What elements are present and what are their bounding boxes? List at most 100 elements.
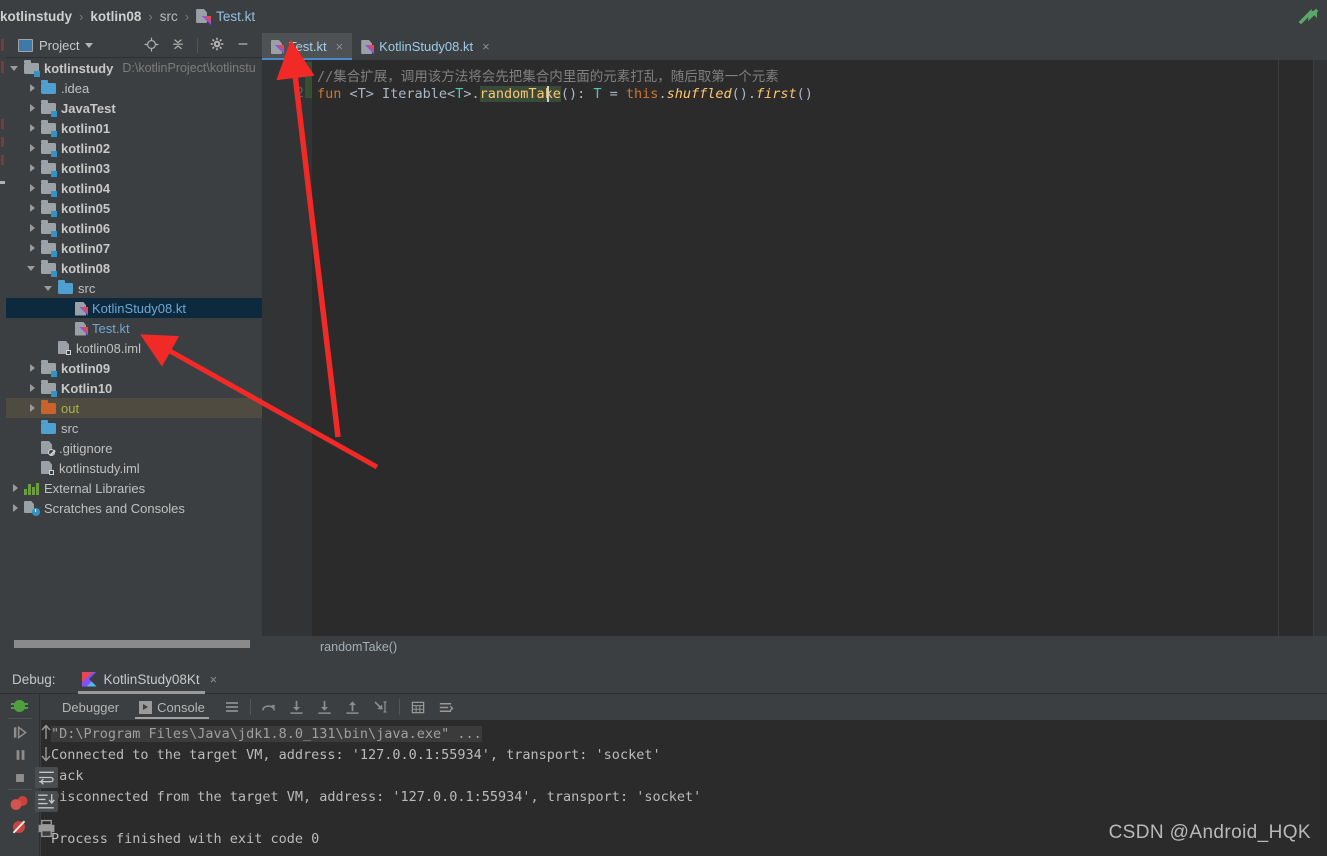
tree-expand-arrow-icon[interactable]	[27, 183, 38, 194]
chevron-down-icon[interactable]	[85, 42, 94, 48]
tab-debugger[interactable]: Debugger	[52, 694, 129, 720]
breadcrumb-item-2[interactable]: src	[160, 9, 178, 24]
code-receiver-type: Iterable<	[382, 86, 456, 102]
tree-expand-arrow-icon[interactable]	[10, 503, 21, 514]
module-folder-icon	[41, 160, 57, 177]
breadcrumb[interactable]: kotlinstudy › kotlin08 › src › Test.kt	[0, 9, 255, 24]
tree-expand-arrow-icon[interactable]	[27, 263, 38, 274]
close-icon[interactable]: ×	[336, 39, 344, 54]
tree-expand-arrow-icon[interactable]	[10, 63, 21, 74]
tab-console[interactable]: Console	[129, 694, 215, 720]
resume-program-icon[interactable]	[8, 721, 32, 743]
force-step-into-icon[interactable]	[342, 696, 364, 718]
tree-item-label: out	[61, 400, 80, 416]
tree-expand-arrow-icon[interactable]	[44, 283, 55, 294]
line-number: 1	[296, 65, 304, 80]
view-breakpoints-icon[interactable]	[8, 792, 32, 814]
inspection-status-icon[interactable]	[1297, 6, 1321, 35]
minimize-icon[interactable]	[236, 37, 250, 53]
close-icon[interactable]: ×	[210, 672, 218, 687]
editor-scrollbar-rail[interactable]	[1313, 60, 1327, 658]
editor-tab-bar[interactable]: Test.kt × KotlinStudy08.kt ×	[262, 33, 1327, 60]
tree-item-kotlin03[interactable]: kotlin03	[6, 158, 262, 178]
breadcrumb-item-1[interactable]: kotlin08	[90, 9, 141, 24]
tree-item-kotlin02[interactable]: kotlin02	[6, 138, 262, 158]
tree-item-src[interactable]: src	[6, 418, 262, 438]
gear-icon[interactable]	[210, 37, 224, 53]
tree-expand-arrow-icon[interactable]	[27, 123, 38, 134]
tree-expand-arrow-icon[interactable]	[27, 363, 38, 374]
tree-item-label: kotlin06	[61, 220, 111, 236]
console-side-toolbar[interactable]	[33, 722, 61, 856]
step-into-icon[interactable]	[314, 696, 336, 718]
tree-item-kotlin08-iml[interactable]: kotlin08.iml	[6, 338, 262, 358]
breadcrumb-item-0[interactable]: kotlinstudy	[0, 9, 72, 24]
debug-toolbar[interactable]: Debugger Console	[40, 694, 1327, 720]
editor-gutter[interactable]: 1 2	[262, 60, 312, 658]
tree-item-kotlin01[interactable]: kotlin01	[6, 118, 262, 138]
down-arrow-icon[interactable]	[37, 744, 55, 769]
tree-item-test-kt[interactable]: Test.kt	[6, 318, 262, 338]
tree-item-gitignore[interactable]: .gitignore	[6, 438, 262, 458]
pause-program-icon[interactable]	[8, 744, 32, 766]
tree-item-kotlinstudy-iml[interactable]: kotlinstudy.iml	[6, 458, 262, 478]
close-icon[interactable]: ×	[482, 39, 490, 54]
tree-item-label: kotlin08	[61, 260, 111, 276]
mute-breakpoints-icon[interactable]	[8, 816, 32, 838]
step-over-icon[interactable]	[286, 696, 308, 718]
tree-item-kotlin08[interactable]: kotlin08	[6, 258, 262, 278]
tree-expand-arrow-icon[interactable]	[27, 223, 38, 234]
project-panel-title[interactable]: Project	[39, 38, 79, 53]
console-play-icon	[139, 700, 153, 714]
tree-item-kotlin06[interactable]: kotlin06	[6, 218, 262, 238]
tree-item-kotlinstudy[interactable]: kotlinstudy D:\kotlinProject\kotlinstu	[6, 58, 262, 78]
tree-expand-arrow-icon[interactable]	[27, 143, 38, 154]
scroll-to-end-icon[interactable]	[35, 791, 58, 812]
tree-item-kotlinstudy08-kt[interactable]: KotlinStudy08.kt	[6, 298, 262, 318]
tree-expand-arrow-icon[interactable]	[27, 383, 38, 394]
evaluate-expression-icon[interactable]	[407, 696, 429, 718]
step-out-icon[interactable]	[258, 696, 280, 718]
gitignore-file-icon	[41, 441, 55, 456]
tree-item-kotlin07[interactable]: kotlin07	[6, 238, 262, 258]
settings-icon[interactable]	[435, 696, 457, 718]
tree-expand-arrow-icon[interactable]	[27, 83, 38, 94]
libraries-icon	[24, 482, 39, 495]
project-tree[interactable]: kotlinstudy D:\kotlinProject\kotlinstu .id…	[6, 58, 262, 633]
collapse-all-icon[interactable]	[171, 37, 185, 53]
kotlin-file-icon	[75, 301, 87, 316]
editor-tab-kotlinstudy08-kt[interactable]: KotlinStudy08.kt ×	[352, 33, 499, 60]
tree-item-kotlin10[interactable]: Kotlin10	[6, 378, 262, 398]
tree-item-scratches-and-consoles[interactable]: Scratches and Consoles	[6, 498, 262, 518]
debug-session-tab[interactable]: KotlinStudy08Kt ×	[77, 665, 222, 694]
tree-expand-arrow-icon[interactable]	[27, 243, 38, 254]
locate-icon[interactable]	[144, 37, 159, 54]
bug-icon[interactable]	[11, 698, 28, 713]
tree-expand-arrow-icon[interactable]	[27, 163, 38, 174]
tree-item-javatest[interactable]: JavaTest	[6, 98, 262, 118]
editor-bottom-breadcrumb[interactable]: randomTake()	[262, 636, 1327, 658]
menu-icon[interactable]	[221, 696, 243, 718]
code-editor[interactable]: 1 2 //集合扩展，调用该方法将会先把集合内里面的元素打乱，随后取第一个元素 …	[262, 60, 1327, 658]
run-to-cursor-icon[interactable]	[370, 696, 392, 718]
print-icon[interactable]	[37, 819, 56, 843]
tree-item-out[interactable]: out	[6, 398, 262, 418]
tree-item-kotlin09[interactable]: kotlin09	[6, 358, 262, 378]
tree-expand-arrow-icon[interactable]	[27, 203, 38, 214]
tree-expand-arrow-icon[interactable]	[27, 403, 38, 414]
stop-icon[interactable]	[8, 767, 32, 789]
tree-item-label: kotlin02	[61, 140, 111, 156]
soft-wrap-icon[interactable]	[35, 767, 58, 788]
tree-item-kotlin05[interactable]: kotlin05	[6, 198, 262, 218]
tree-expand-arrow-icon[interactable]	[27, 103, 38, 114]
tree-item-kotlin04[interactable]: kotlin04	[6, 178, 262, 198]
tree-item-src[interactable]: src	[6, 278, 262, 298]
editor-tab-test-kt[interactable]: Test.kt ×	[262, 33, 353, 60]
kotlin-file-icon	[196, 9, 210, 24]
editor-tab-label: Test.kt	[289, 39, 327, 54]
tree-item-external-libraries[interactable]: External Libraries	[6, 478, 262, 498]
project-tree-horizontal-scrollbar[interactable]	[12, 640, 256, 648]
tree-expand-arrow-icon[interactable]	[10, 483, 21, 494]
tree-item-idea[interactable]: .idea	[6, 78, 262, 98]
breadcrumb-file[interactable]: Test.kt	[216, 9, 255, 24]
